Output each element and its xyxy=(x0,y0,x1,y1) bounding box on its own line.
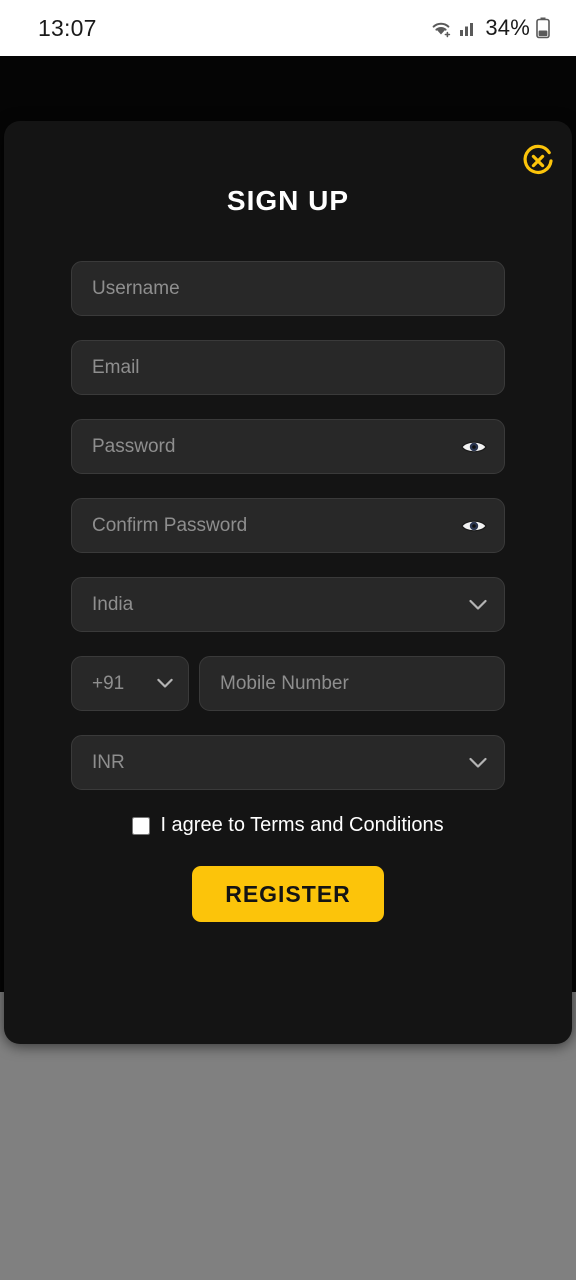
close-icon[interactable] xyxy=(518,141,558,181)
mobile-number-input[interactable] xyxy=(199,656,505,711)
modal-scrim: SIGN UP Username Email Password Confirm … xyxy=(0,56,576,1044)
cellular-signal-icon xyxy=(459,19,477,37)
status-time: 13:07 xyxy=(38,14,97,41)
password-input[interactable] xyxy=(71,419,505,474)
email-field-row xyxy=(71,340,505,395)
mobile-number-field-row xyxy=(199,656,505,711)
phone-code-field-row: +91 xyxy=(71,656,189,711)
register-button[interactable]: REGISTER xyxy=(192,866,384,922)
signup-form: India +91 INR xyxy=(71,261,505,922)
username-field-row xyxy=(71,261,505,316)
register-button-wrap: REGISTER xyxy=(71,866,505,922)
country-field-row: India xyxy=(71,577,505,632)
terms-label[interactable]: I agree to Terms and Conditions xyxy=(160,814,443,837)
phone-row: +91 xyxy=(71,656,505,711)
battery-icon xyxy=(536,17,550,39)
currency-select[interactable]: INR xyxy=(71,735,505,790)
country-select[interactable]: India xyxy=(71,577,505,632)
status-indicators: 34% xyxy=(429,15,550,41)
confirm-password-input[interactable] xyxy=(71,498,505,553)
status-bar: 13:07 34% xyxy=(0,0,576,56)
eye-icon[interactable] xyxy=(460,436,488,458)
username-input[interactable] xyxy=(71,261,505,316)
page-title: SIGN UP xyxy=(226,185,350,216)
currency-field-row: INR xyxy=(71,735,505,790)
terms-checkbox[interactable] xyxy=(132,816,151,835)
terms-row: I agree to Terms and Conditions xyxy=(71,814,505,837)
phone-code-select[interactable]: +91 xyxy=(71,656,189,711)
eye-icon-confirm[interactable] xyxy=(460,515,488,537)
password-field-row xyxy=(71,419,505,474)
wifi-icon xyxy=(429,18,453,38)
confirm-password-field-row xyxy=(71,498,505,553)
email-field[interactable] xyxy=(71,340,505,395)
battery-percent-label: 34% xyxy=(485,15,530,40)
